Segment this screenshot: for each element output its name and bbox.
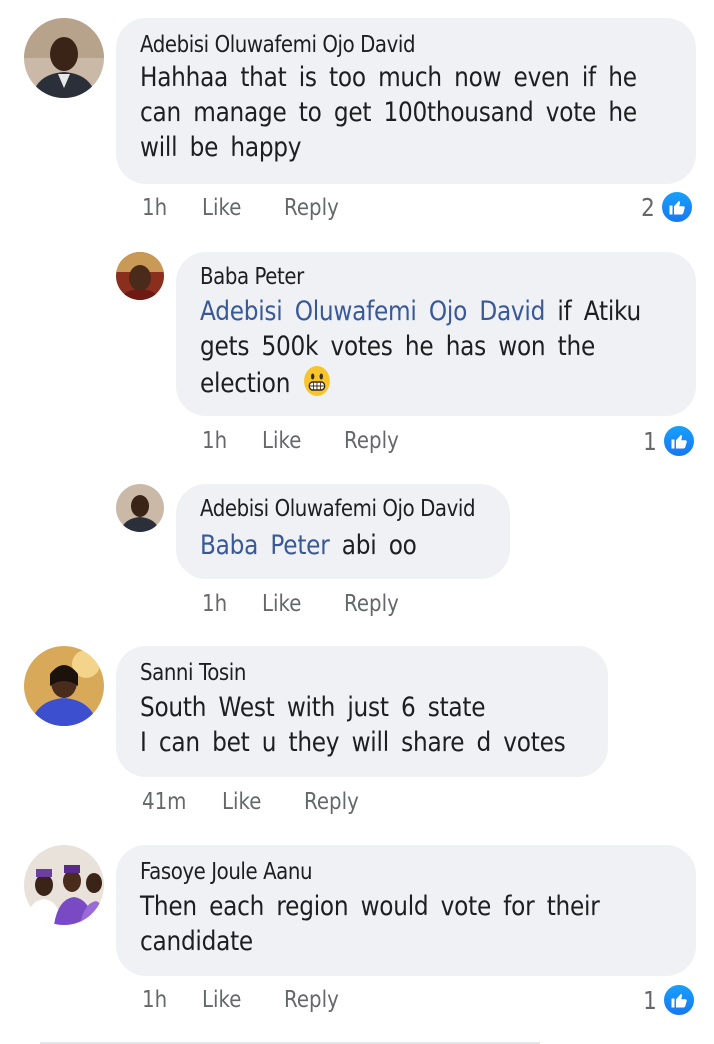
comment-author[interactable]: Fasoye Joule Aanu [140,859,313,885]
avatar[interactable] [24,646,104,726]
comment-text-line: Then each region would vote for their [140,891,600,922]
comment-text-line: South West with just 6 state [140,692,486,723]
comment-text-line: candidate [140,926,253,957]
comment-text-fragment: abi oo [329,530,417,561]
comment-text-line: will be happy [140,132,302,163]
reply-button[interactable]: Reply [284,987,339,1013]
like-button[interactable]: Like [202,195,241,221]
reaction-summary[interactable]: 2 [640,190,694,224]
comment-text-fragment: election [200,368,291,399]
reaction-count: 2 [641,192,655,222]
comment-author[interactable]: Adebisi Oluwafemi Ojo David [140,32,416,58]
reply-button[interactable]: Reply [284,195,339,221]
comment-bubble: Sanni Tosin South West with just 6 state… [116,646,608,777]
comment-bubble: Adebisi Oluwafemi Ojo David Baba Peter a… [176,484,510,579]
like-button[interactable]: Like [222,789,261,815]
avatar[interactable] [116,252,164,300]
like-button[interactable]: Like [202,987,241,1013]
reaction-count: 1 [643,985,657,1015]
like-button[interactable]: Like [262,591,301,617]
comment-timestamp[interactable]: 1h [202,591,227,617]
comment-timestamp[interactable]: 1h [142,195,167,221]
comment-text-line: gets 500k votes he has won the [200,331,596,362]
reaction-summary[interactable]: 1 [642,424,696,458]
reaction-summary[interactable]: 1 [642,983,696,1017]
thumbs-up-icon [661,983,696,1017]
reply-button[interactable]: Reply [344,591,399,617]
comment-text-line: Hahhaa that is too much now even if he [140,62,637,93]
comment-author[interactable]: Baba Peter [200,264,304,290]
comment-timestamp[interactable]: 1h [142,987,167,1013]
comment-text-line: I can bet u they will share d votes [140,727,566,758]
thumbs-up-icon [661,424,696,458]
comment-text-line: Adebisi Oluwafemi Ojo David if Atiku [200,294,641,329]
avatar[interactable] [116,484,164,532]
comment-text-line: Baba Peter abi oo [200,528,417,563]
mention-link[interactable]: Adebisi Oluwafemi Ojo David [200,296,545,327]
avatar[interactable] [24,845,104,925]
comment-author[interactable]: Sanni Tosin [140,660,246,686]
comment-text-line: election [200,364,332,401]
comment-timestamp[interactable]: 1h [202,428,227,454]
avatar[interactable] [24,18,104,98]
comment-bubble: Baba Peter Adebisi Oluwafemi Ojo David i… [176,252,696,416]
comment-author[interactable]: Adebisi Oluwafemi Ojo David [200,496,476,522]
comment-text-fragment: if Atiku [545,296,641,327]
like-button[interactable]: Like [262,428,301,454]
mention-link[interactable]: Baba Peter [200,530,330,561]
reply-button[interactable]: Reply [304,789,359,815]
grinning-face-icon [303,364,332,398]
reply-button[interactable]: Reply [344,428,399,454]
comment-text-line: can manage to get 100thousand vote he [140,97,637,128]
comment-bubble: Fasoye Joule Aanu Then each region would… [116,845,696,976]
comment-timestamp[interactable]: 41m [142,789,186,815]
comment-bubble: Adebisi Oluwafemi Ojo David Hahhaa that … [116,18,696,184]
reaction-count: 1 [643,426,657,456]
thumbs-up-icon [659,190,694,224]
